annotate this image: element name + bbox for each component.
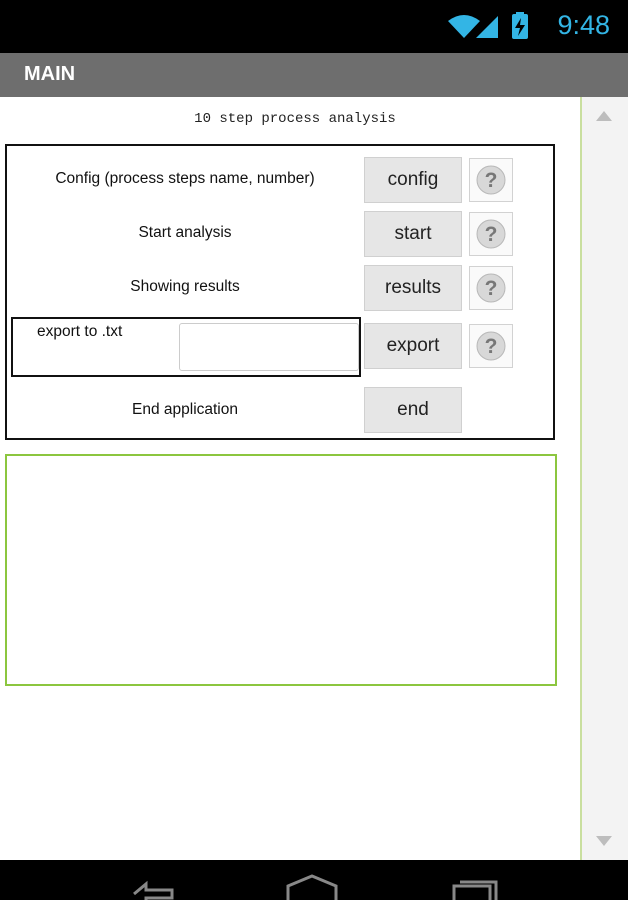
home-icon[interactable] (286, 874, 338, 900)
scroll-up-arrow-icon[interactable] (596, 111, 612, 121)
export-help-button[interactable]: ? (469, 324, 513, 368)
results-button[interactable]: results (364, 265, 462, 311)
svg-text:?: ? (485, 335, 498, 358)
help-icon: ? (476, 165, 506, 195)
end-button[interactable]: end (364, 387, 462, 433)
export-group: export to .txt (11, 317, 361, 377)
results-help-button[interactable]: ? (469, 266, 513, 310)
help-icon: ? (476, 331, 506, 361)
app-screen: 10 step process analysis Config (process… (0, 97, 628, 860)
title-bar: MAIN (0, 53, 628, 97)
status-bar: 9:48 (0, 0, 628, 53)
config-button[interactable]: config (364, 157, 462, 203)
start-help-button[interactable]: ? (469, 212, 513, 256)
battery-charging-icon (512, 12, 528, 39)
page-title: MAIN (24, 63, 76, 85)
start-button[interactable]: start (364, 211, 462, 257)
screen-subtitle: 10 step process analysis (194, 111, 396, 127)
control-panel: Config (process steps name, number) conf… (5, 144, 555, 440)
svg-text:?: ? (485, 277, 498, 300)
export-filename-input[interactable] (179, 323, 359, 371)
scroll-down-arrow-icon[interactable] (596, 836, 612, 846)
status-time: 9:48 (557, 10, 610, 40)
status-icons (446, 12, 536, 47)
config-label: Config (process steps name, number) (55, 170, 315, 187)
wifi-icon (448, 15, 480, 38)
recents-icon[interactable] (452, 880, 498, 904)
end-label: End application (132, 401, 238, 418)
navigation-bar (0, 860, 628, 904)
help-icon: ? (476, 273, 506, 303)
svg-text:?: ? (485, 223, 498, 246)
config-help-button[interactable]: ? (469, 158, 513, 202)
results-label: Showing results (130, 278, 240, 295)
back-icon[interactable] (133, 880, 174, 900)
svg-text:?: ? (485, 169, 498, 192)
export-label: export to .txt (37, 323, 123, 340)
start-label: Start analysis (138, 224, 232, 241)
output-area (5, 454, 557, 686)
export-button[interactable]: export (364, 323, 462, 369)
signal-icon (476, 16, 498, 38)
vertical-scrollbar[interactable] (580, 97, 628, 860)
help-icon: ? (476, 219, 506, 249)
